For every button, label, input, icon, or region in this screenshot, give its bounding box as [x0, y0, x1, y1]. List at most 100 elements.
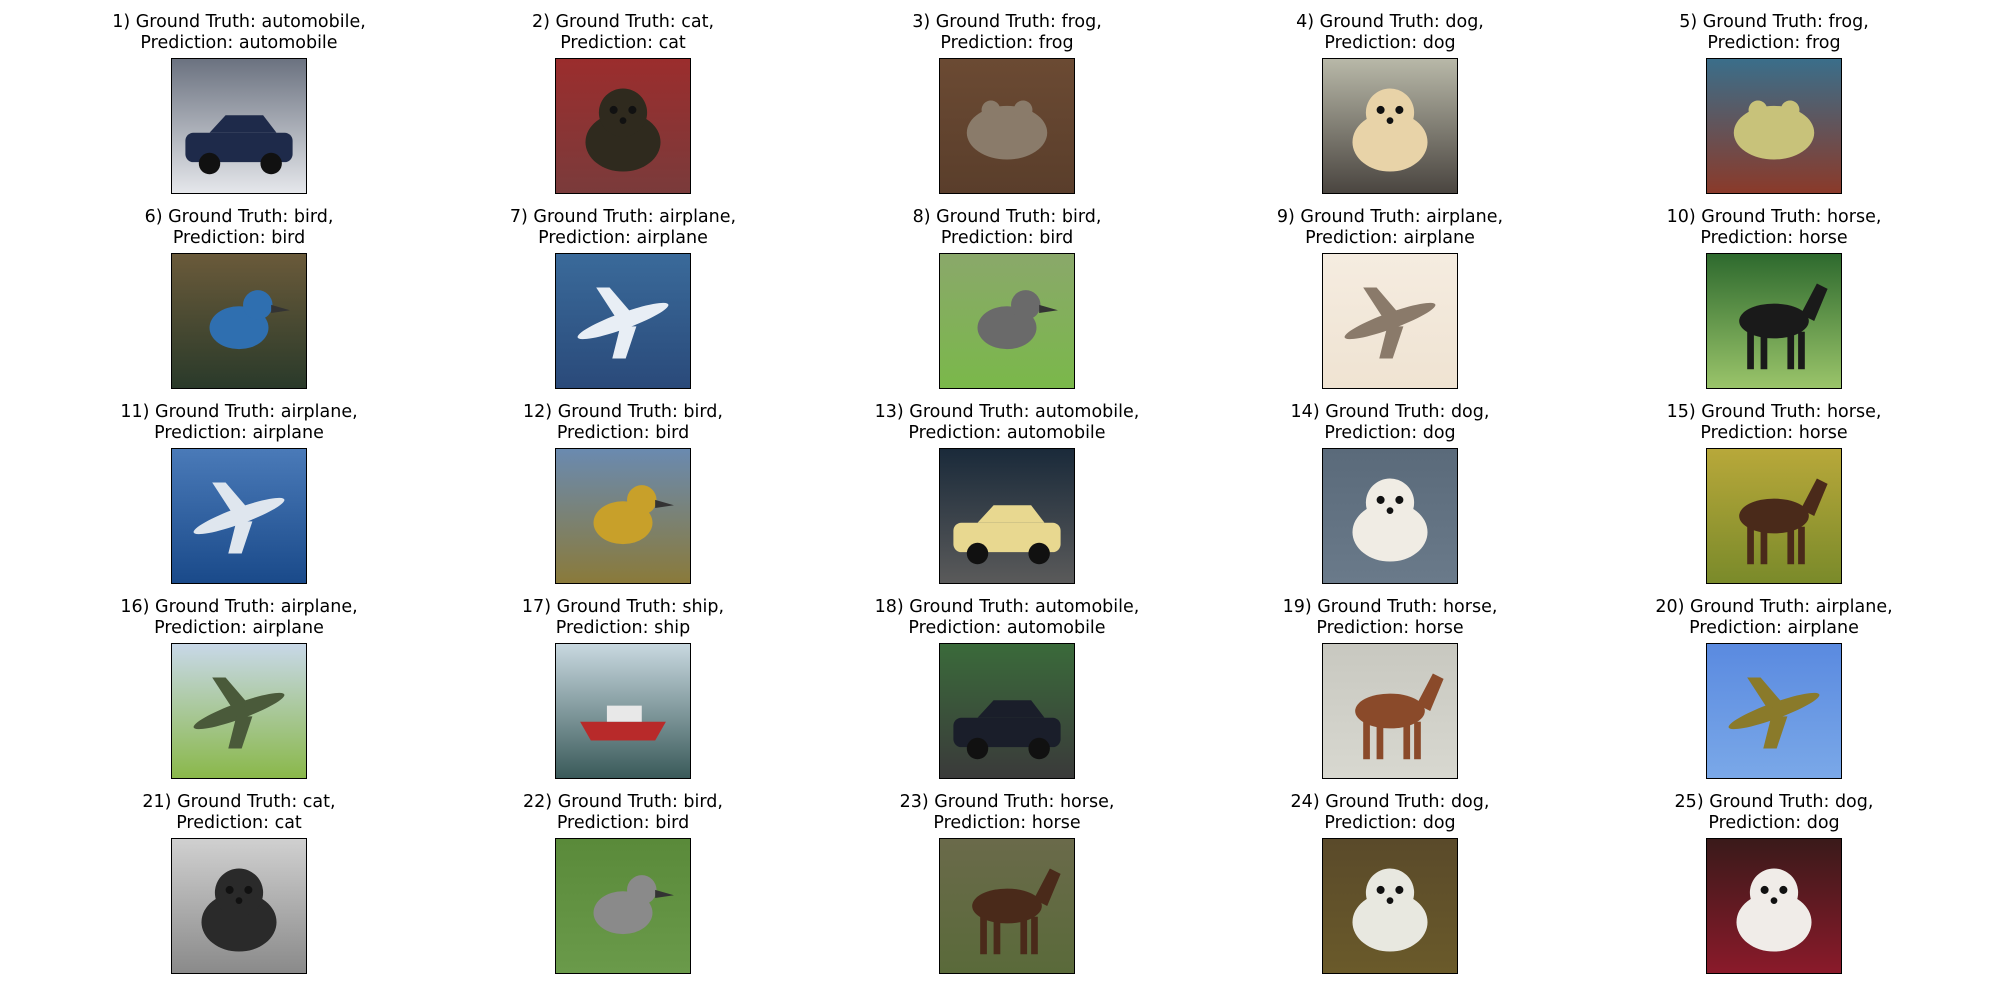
panel-caption: 13) Ground Truth: automobile, Prediction:…: [827, 402, 1187, 444]
image-panel: 24) Ground Truth: dog, Prediction: dog: [1210, 780, 1570, 974]
ground-truth-line: 18) Ground Truth: automobile,: [874, 597, 1140, 617]
image-panel: 25) Ground Truth: dog, Prediction: dog: [1594, 780, 1954, 974]
panel-caption: 19) Ground Truth: horse, Prediction: hors…: [1210, 597, 1570, 639]
prediction-line: Prediction: bird: [556, 423, 690, 443]
ground-truth-line: 7) Ground Truth: airplane,: [509, 207, 737, 227]
plane-image-thumbnail: [555, 253, 691, 389]
bird-image-thumbnail: [555, 838, 691, 974]
plane-image-thumbnail: [171, 643, 307, 779]
dog-image-thumbnail: [1322, 58, 1458, 194]
prediction-line: Prediction: automobile: [908, 618, 1106, 638]
panel-caption: 2) Ground Truth: cat, Prediction: cat: [443, 12, 803, 54]
panel-caption: 4) Ground Truth: dog, Prediction: dog: [1210, 12, 1570, 54]
panel-caption: 17) Ground Truth: ship, Prediction: ship: [443, 597, 803, 639]
bird-image-thumbnail: [171, 253, 307, 389]
prediction-line: Prediction: dog: [1324, 423, 1456, 443]
image-panel: 12) Ground Truth: bird, Prediction: bird: [443, 390, 803, 584]
ground-truth-line: 6) Ground Truth: bird,: [144, 207, 334, 227]
panel-caption: 15) Ground Truth: horse, Prediction: hors…: [1594, 402, 1954, 444]
panel-caption: 24) Ground Truth: dog, Prediction: dog: [1210, 792, 1570, 834]
prediction-line: Prediction: airplane: [1305, 228, 1475, 248]
panel-caption: 20) Ground Truth: airplane, Prediction: a…: [1594, 597, 1954, 639]
ground-truth-line: 17) Ground Truth: ship,: [521, 597, 725, 617]
panel-caption: 9) Ground Truth: airplane, Prediction: ai…: [1210, 207, 1570, 249]
prediction-line: Prediction: ship: [555, 618, 691, 638]
cat-image-thumbnail: [555, 58, 691, 194]
dog-image-thumbnail: [1322, 448, 1458, 584]
prediction-line: Prediction: horse: [1700, 228, 1848, 248]
panel-caption: 8) Ground Truth: bird, Prediction: bird: [827, 207, 1187, 249]
panel-caption: 18) Ground Truth: automobile, Prediction:…: [827, 597, 1187, 639]
panel-caption: 5) Ground Truth: frog, Prediction: frog: [1594, 12, 1954, 54]
panel-caption: 12) Ground Truth: bird, Prediction: bird: [443, 402, 803, 444]
prediction-line: Prediction: bird: [940, 228, 1074, 248]
image-panel: 23) Ground Truth: horse, Prediction: hors…: [827, 780, 1187, 974]
prediction-line: Prediction: horse: [933, 813, 1081, 833]
ground-truth-line: 16) Ground Truth: airplane,: [120, 597, 358, 617]
ground-truth-line: 20) Ground Truth: airplane,: [1655, 597, 1893, 617]
image-panel: 6) Ground Truth: bird, Prediction: bird: [59, 195, 419, 389]
image-panel: 7) Ground Truth: airplane, Prediction: ai…: [443, 195, 803, 389]
bird-image-thumbnail: [939, 253, 1075, 389]
image-panel: 10) Ground Truth: horse, Prediction: hors…: [1594, 195, 1954, 389]
prediction-line: Prediction: automobile: [908, 423, 1106, 443]
image-panel: 15) Ground Truth: horse, Prediction: hors…: [1594, 390, 1954, 584]
prediction-line: Prediction: horse: [1700, 423, 1848, 443]
prediction-line: Prediction: bird: [556, 813, 690, 833]
ground-truth-line: 13) Ground Truth: automobile,: [874, 402, 1140, 422]
ground-truth-line: 22) Ground Truth: bird,: [523, 792, 723, 812]
panel-caption: 1) Ground Truth: automobile, Prediction: …: [59, 12, 419, 54]
prediction-line: Prediction: airplane: [1689, 618, 1859, 638]
prediction-grid-figure: 1) Ground Truth: automobile, Prediction: …: [0, 0, 2000, 1000]
horse-image-thumbnail: [1322, 643, 1458, 779]
panel-caption: 25) Ground Truth: dog, Prediction: dog: [1594, 792, 1954, 834]
prediction-line: Prediction: dog: [1708, 813, 1840, 833]
image-panel: 21) Ground Truth: cat, Prediction: cat: [59, 780, 419, 974]
image-panel: 20) Ground Truth: airplane, Prediction: a…: [1594, 585, 1954, 779]
frog-image-thumbnail: [939, 58, 1075, 194]
panel-caption: 14) Ground Truth: dog, Prediction: dog: [1210, 402, 1570, 444]
ground-truth-line: 9) Ground Truth: airplane,: [1276, 207, 1504, 227]
prediction-line: Prediction: airplane: [154, 618, 324, 638]
image-panel: 13) Ground Truth: automobile, Prediction:…: [827, 390, 1187, 584]
image-panel: 8) Ground Truth: bird, Prediction: bird: [827, 195, 1187, 389]
car-image-thumbnail: [939, 448, 1075, 584]
prediction-line: Prediction: airplane: [538, 228, 708, 248]
ground-truth-line: 10) Ground Truth: horse,: [1666, 207, 1882, 227]
image-panel: 1) Ground Truth: automobile, Prediction: …: [59, 0, 419, 194]
ground-truth-line: 8) Ground Truth: bird,: [912, 207, 1102, 227]
plane-image-thumbnail: [1322, 253, 1458, 389]
image-panel: 19) Ground Truth: horse, Prediction: hors…: [1210, 585, 1570, 779]
panel-caption: 3) Ground Truth: frog, Prediction: frog: [827, 12, 1187, 54]
image-panel: 2) Ground Truth: cat, Prediction: cat: [443, 0, 803, 194]
panel-caption: 16) Ground Truth: airplane, Prediction: a…: [59, 597, 419, 639]
dog-image-thumbnail: [1706, 838, 1842, 974]
ground-truth-line: 12) Ground Truth: bird,: [523, 402, 723, 422]
prediction-line: Prediction: frog: [940, 33, 1074, 53]
ground-truth-line: 2) Ground Truth: cat,: [531, 12, 715, 32]
panel-caption: 11) Ground Truth: airplane, Prediction: a…: [59, 402, 419, 444]
prediction-line: Prediction: dog: [1324, 33, 1456, 53]
prediction-line: Prediction: airplane: [154, 423, 324, 443]
horse-image-thumbnail: [1706, 448, 1842, 584]
prediction-line: Prediction: bird: [172, 228, 306, 248]
ground-truth-line: 4) Ground Truth: dog,: [1296, 12, 1484, 32]
image-panel: 17) Ground Truth: ship, Prediction: ship: [443, 585, 803, 779]
image-panel: 9) Ground Truth: airplane, Prediction: ai…: [1210, 195, 1570, 389]
ground-truth-line: 24) Ground Truth: dog,: [1290, 792, 1490, 812]
prediction-line: Prediction: cat: [560, 33, 686, 53]
panel-caption: 21) Ground Truth: cat, Prediction: cat: [59, 792, 419, 834]
ground-truth-line: 11) Ground Truth: airplane,: [120, 402, 358, 422]
image-panel: 11) Ground Truth: airplane, Prediction: a…: [59, 390, 419, 584]
dog-image-thumbnail: [1322, 838, 1458, 974]
ground-truth-line: 19) Ground Truth: horse,: [1282, 597, 1498, 617]
cat-image-thumbnail: [171, 838, 307, 974]
image-panel: 5) Ground Truth: frog, Prediction: frog: [1594, 0, 1954, 194]
panel-caption: 22) Ground Truth: bird, Prediction: bird: [443, 792, 803, 834]
bird-image-thumbnail: [555, 448, 691, 584]
image-panel: 16) Ground Truth: airplane, Prediction: a…: [59, 585, 419, 779]
ground-truth-line: 1) Ground Truth: automobile,: [112, 12, 366, 32]
image-panel: 18) Ground Truth: automobile, Prediction:…: [827, 585, 1187, 779]
frog-image-thumbnail: [1706, 58, 1842, 194]
prediction-line: Prediction: automobile: [140, 33, 338, 53]
